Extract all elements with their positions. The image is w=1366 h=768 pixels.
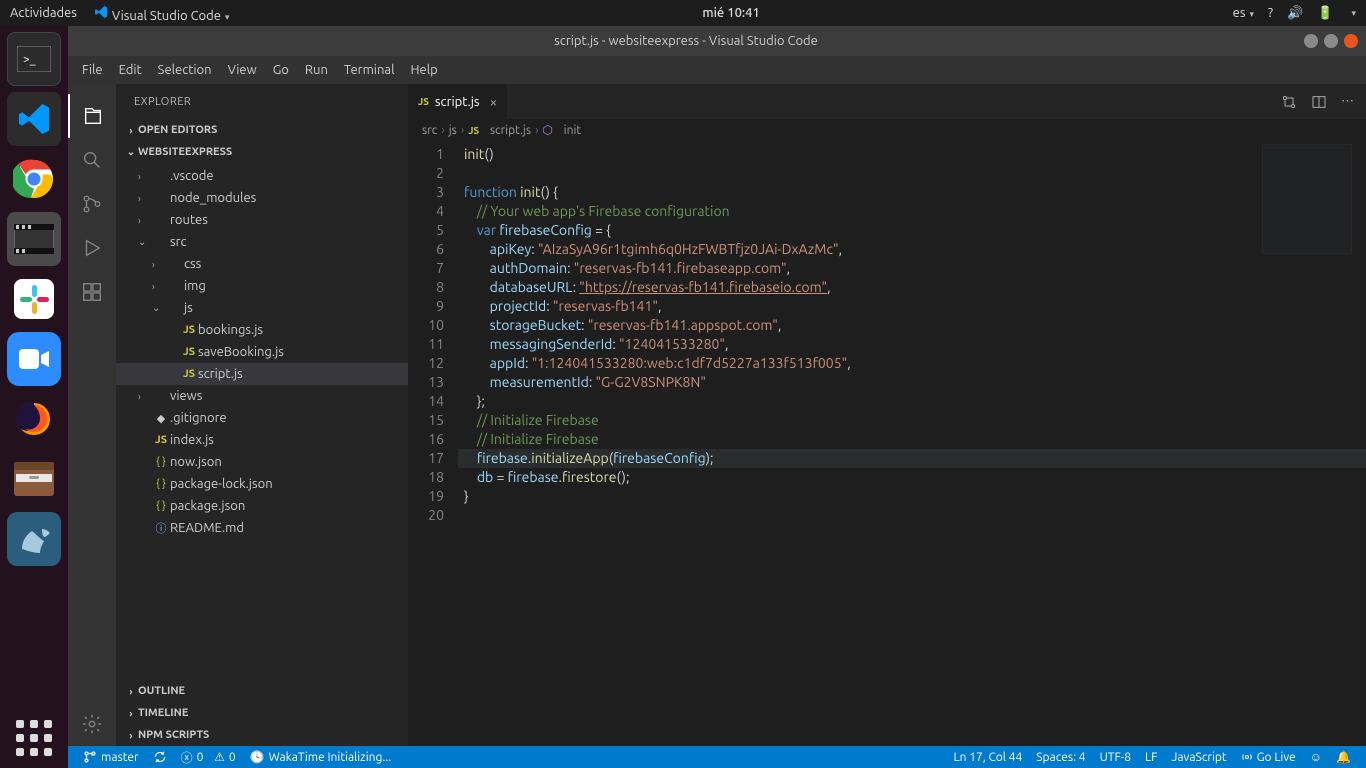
editor-tabs: JS script.js × ⋯ xyxy=(408,84,1366,119)
dock-vscode[interactable] xyxy=(7,92,61,146)
battery-icon[interactable]: 🔋 xyxy=(1317,6,1333,21)
menu-help[interactable]: Help xyxy=(402,63,445,77)
dock-firefox[interactable] xyxy=(7,392,61,446)
close-icon[interactable]: × xyxy=(490,94,498,110)
status-eol[interactable]: LF xyxy=(1138,751,1164,764)
status-problems[interactable]: ⓧ0 ⚠0 xyxy=(174,749,243,766)
minimap[interactable] xyxy=(1262,144,1352,254)
menu-file[interactable]: File xyxy=(74,63,111,77)
status-position[interactable]: Ln 17, Col 44 xyxy=(947,751,1030,764)
svg-text:>_: >_ xyxy=(23,53,36,66)
tree-item[interactable]: ›.vscode xyxy=(116,165,408,187)
dock-zoom[interactable] xyxy=(7,332,61,386)
compare-icon[interactable] xyxy=(1281,94,1297,110)
section-outline[interactable]: ›OUTLINE xyxy=(116,680,408,702)
tree-item[interactable]: ›routes xyxy=(116,209,408,231)
vscode-icon xyxy=(93,4,109,20)
more-icon[interactable]: ⋯ xyxy=(1341,94,1354,109)
dock-terminal[interactable]: >_ xyxy=(7,32,61,86)
tree-item[interactable]: ›img xyxy=(116,275,408,297)
window-close[interactable] xyxy=(1344,34,1358,48)
ubuntu-dock: >_ xyxy=(0,26,68,768)
menu-view[interactable]: View xyxy=(220,63,265,77)
window-title: script.js - websiteexpress - Visual Stud… xyxy=(68,34,1304,48)
gnome-top-bar: Actividades Visual Studio Code▾ mié 10:4… xyxy=(0,0,1366,26)
menu-terminal[interactable]: Terminal xyxy=(336,63,403,77)
menu-selection[interactable]: Selection xyxy=(150,63,220,77)
menu-run[interactable]: Run xyxy=(297,63,336,77)
window-minimize[interactable] xyxy=(1304,34,1318,48)
editor-group: JS script.js × ⋯ src› js› xyxy=(408,84,1366,746)
clock[interactable]: mié 10:41 xyxy=(229,6,1232,20)
section-npm-scripts[interactable]: ›NPM SCRIPTS xyxy=(116,724,408,746)
help-icon[interactable]: ? xyxy=(1268,6,1273,20)
menu-edit[interactable]: Edit xyxy=(111,63,150,77)
status-bar: master ⓧ0 ⚠0 🕓 WakaTime Initializing... … xyxy=(68,746,1366,768)
status-branch[interactable]: master xyxy=(76,750,146,764)
activity-explorer[interactable] xyxy=(68,94,116,138)
tree-item[interactable]: { }package-lock.json xyxy=(116,473,408,495)
activity-extensions[interactable] xyxy=(68,270,116,314)
tree-item[interactable]: ⌄js xyxy=(116,297,408,319)
activity-settings[interactable] xyxy=(68,702,116,746)
status-wakatime[interactable]: 🕓 WakaTime Initializing... xyxy=(243,750,399,764)
section-workspace[interactable]: ⌄WEBSITEEXPRESS xyxy=(116,141,408,163)
dock-mysql[interactable] xyxy=(7,512,61,566)
app-menu[interactable]: Visual Studio Code▾ xyxy=(93,4,230,23)
activities-button[interactable]: Actividades xyxy=(10,6,77,20)
status-encoding[interactable]: UTF-8 xyxy=(1093,751,1138,764)
js-icon: JS xyxy=(418,96,429,107)
volume-icon[interactable]: 🔊 xyxy=(1287,6,1303,21)
window-titlebar: script.js - websiteexpress - Visual Stud… xyxy=(68,26,1366,56)
activity-search[interactable] xyxy=(68,138,116,182)
vscode-window: script.js - websiteexpress - Visual Stud… xyxy=(68,26,1366,768)
tree-item[interactable]: JSsaveBooking.js xyxy=(116,341,408,363)
dock-video-editor[interactable] xyxy=(7,212,61,266)
dock-files[interactable] xyxy=(7,452,61,506)
activity-scm[interactable] xyxy=(68,182,116,226)
tree-item[interactable]: ⌄src xyxy=(116,231,408,253)
menu-go[interactable]: Go xyxy=(265,63,297,77)
tree-item[interactable]: JSindex.js xyxy=(116,429,408,451)
dock-apps-grid[interactable] xyxy=(14,718,54,758)
tab-script-js[interactable]: JS script.js × xyxy=(408,84,508,119)
code-content[interactable]: init() function init() { // Your web app… xyxy=(458,141,1366,746)
sidebar-explorer: EXPLORER ›OPEN EDITORS ⌄WEBSITEEXPRESS ›… xyxy=(116,84,408,746)
activity-debug[interactable] xyxy=(68,226,116,270)
line-gutter: 1234567891011121314151617181920 xyxy=(408,141,458,746)
status-golive[interactable]: Go Live xyxy=(1234,751,1303,764)
status-bell[interactable]: 🔔 xyxy=(1329,750,1358,764)
sidebar-title: EXPLORER xyxy=(116,84,408,119)
status-sync[interactable] xyxy=(146,750,174,764)
dock-slack[interactable] xyxy=(7,272,61,326)
status-feedback[interactable]: ☺ xyxy=(1303,750,1329,764)
lang-indicator[interactable]: es▾ xyxy=(1233,6,1254,20)
chevron-down-icon: ▾ xyxy=(225,12,230,22)
file-tree: ›.vscode›node_modules›routes⌄src›css›img… xyxy=(116,163,408,680)
section-open-editors[interactable]: ›OPEN EDITORS xyxy=(116,119,408,141)
status-language[interactable]: JavaScript xyxy=(1164,751,1233,764)
tree-item[interactable]: { }now.json xyxy=(116,451,408,473)
activity-bar xyxy=(68,84,116,746)
chevron-down-icon: ▾ xyxy=(1351,8,1356,19)
split-editor-icon[interactable] xyxy=(1311,94,1327,110)
tree-item[interactable]: JSbookings.js xyxy=(116,319,408,341)
window-maximize[interactable] xyxy=(1324,34,1338,48)
tree-item[interactable]: ›views xyxy=(116,385,408,407)
menu-bar: File Edit Selection View Go Run Terminal… xyxy=(68,56,1366,84)
code-editor[interactable]: 1234567891011121314151617181920 init() f… xyxy=(408,141,1366,746)
breadcrumb[interactable]: src› js› JS script.js› ⬡ init xyxy=(408,119,1366,141)
section-timeline[interactable]: ›TIMELINE xyxy=(116,702,408,724)
tree-item[interactable]: ◆.gitignore xyxy=(116,407,408,429)
dock-chrome[interactable] xyxy=(7,152,61,206)
status-spaces[interactable]: Spaces: 4 xyxy=(1029,751,1092,764)
tree-item[interactable]: ›node_modules xyxy=(116,187,408,209)
tree-item[interactable]: JSscript.js xyxy=(116,363,408,385)
tree-item[interactable]: ⓘREADME.md xyxy=(116,517,408,539)
tree-item[interactable]: ›css xyxy=(116,253,408,275)
tree-item[interactable]: { }package.json xyxy=(116,495,408,517)
